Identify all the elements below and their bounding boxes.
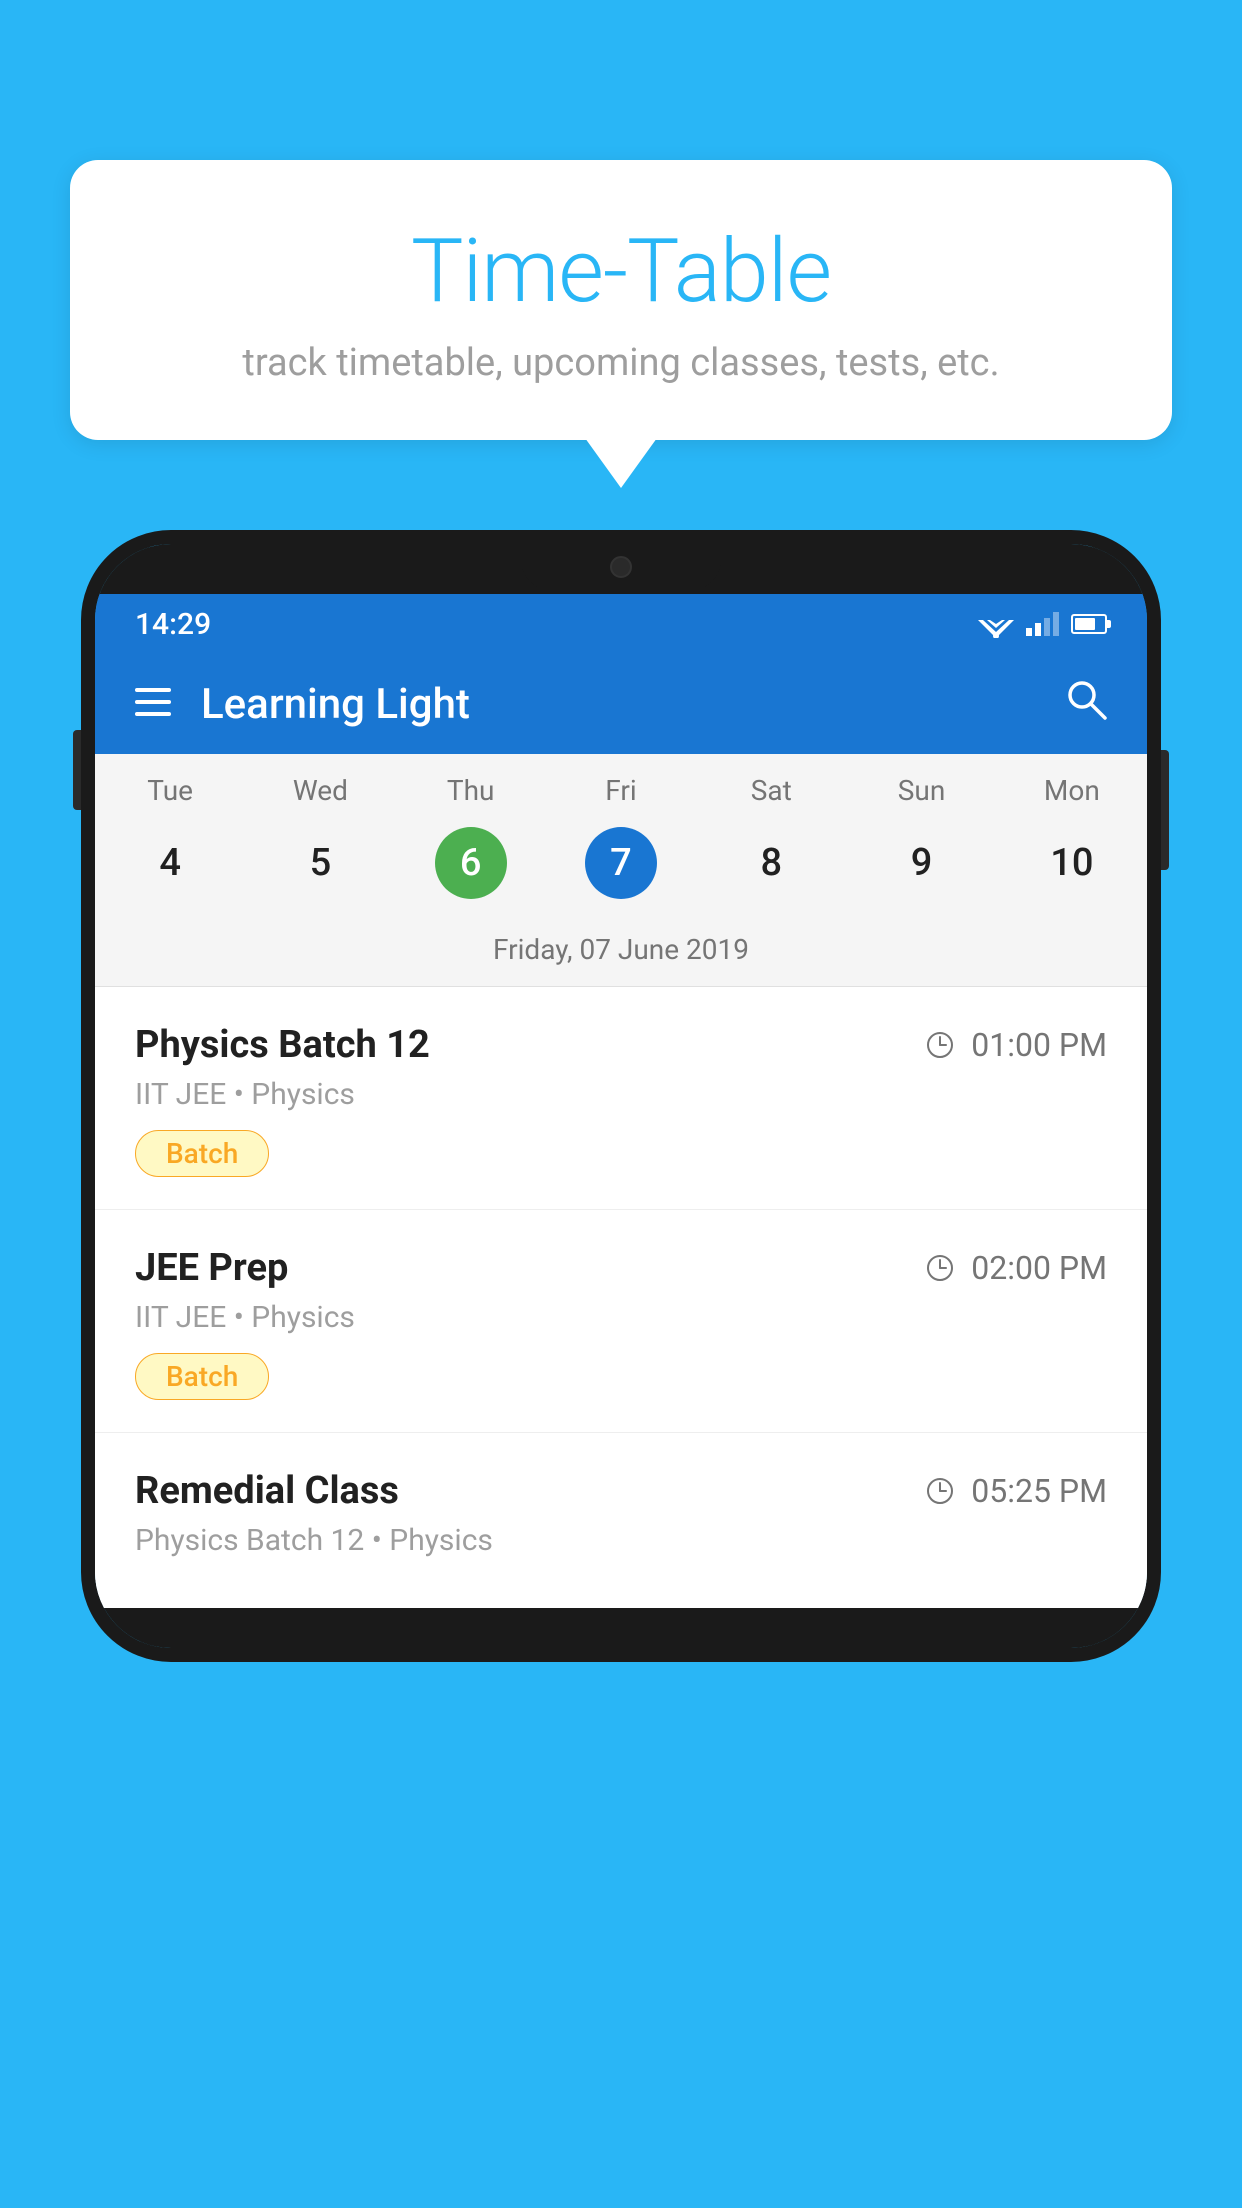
schedule-item-2-badge: Batch (135, 1353, 269, 1400)
status-time: 14:29 (135, 607, 211, 642)
date-4[interactable]: 4 (95, 827, 245, 899)
day-header-fri: Fri (546, 774, 696, 807)
date-7-selected[interactable]: 7 (585, 827, 657, 899)
date-8[interactable]: 8 (696, 827, 846, 899)
date-5[interactable]: 5 (245, 827, 395, 899)
bubble-title: Time-Table (150, 220, 1092, 323)
camera (610, 556, 632, 578)
schedule-item-2-title: JEE Prep (135, 1246, 288, 1290)
day-header-wed: Wed (245, 774, 395, 807)
phone-screen: 14:29 (95, 594, 1147, 1608)
date-9[interactable]: 9 (846, 827, 996, 899)
date-10[interactable]: 10 (997, 827, 1147, 899)
calendar-section: Tue Wed Thu Fri Sat Sun Mon 4 5 6 7 8 (95, 754, 1147, 987)
schedule-item-3-title: Remedial Class (135, 1469, 399, 1513)
day-header-sun: Sun (846, 774, 996, 807)
status-icons (978, 610, 1107, 638)
schedule-item-1-time: 01:00 PM (925, 1026, 1107, 1064)
day-headers: Tue Wed Thu Fri Sat Sun Mon (95, 754, 1147, 817)
speech-bubble: Time-Table track timetable, upcoming cla… (70, 160, 1172, 440)
app-title: Learning Light (201, 680, 1065, 729)
battery-icon (1071, 614, 1107, 634)
wifi-icon (978, 610, 1014, 638)
date-6-today[interactable]: 6 (435, 827, 507, 899)
schedule-item-1-subtitle: IIT JEE • Physics (135, 1077, 1107, 1112)
volume-button (73, 730, 81, 810)
notch (521, 544, 721, 590)
phone-wrapper: 14:29 (81, 530, 1161, 1662)
schedule-item-2-time: 02:00 PM (925, 1249, 1107, 1287)
search-icon[interactable] (1065, 678, 1107, 731)
schedule-item-2-header: JEE Prep 02:00 PM (135, 1246, 1107, 1290)
schedule-item-1-title: Physics Batch 12 (135, 1023, 430, 1067)
signal-icon (1026, 612, 1059, 636)
day-dates: 4 5 6 7 8 9 10 (95, 817, 1147, 919)
phone-bottom-bar (95, 1608, 1147, 1648)
schedule-item-2[interactable]: JEE Prep 02:00 PM IIT JEE • Physics (95, 1210, 1147, 1433)
schedule-item-3-header: Remedial Class 05:25 PM (135, 1469, 1107, 1513)
speech-bubble-container: Time-Table track timetable, upcoming cla… (70, 160, 1172, 440)
schedule-item-3[interactable]: Remedial Class 05:25 PM Physics Batch (95, 1433, 1147, 1608)
day-header-sat: Sat (696, 774, 846, 807)
app-bar: Learning Light (95, 654, 1147, 754)
schedule-item-3-subtitle: Physics Batch 12 • Physics (135, 1523, 1107, 1558)
power-button (1161, 750, 1169, 870)
selected-date-label: Friday, 07 June 2019 (95, 919, 1147, 987)
phone-notch-area (95, 544, 1147, 594)
status-bar: 14:29 (95, 594, 1147, 654)
schedule-item-2-subtitle: IIT JEE • Physics (135, 1300, 1107, 1335)
day-header-tue: Tue (95, 774, 245, 807)
schedule-item-1-header: Physics Batch 12 01:00 PM (135, 1023, 1107, 1067)
day-header-mon: Mon (997, 774, 1147, 807)
schedule-item-3-time: 05:25 PM (925, 1472, 1107, 1510)
hamburger-icon[interactable] (135, 683, 171, 725)
phone-frame: 14:29 (81, 530, 1161, 1662)
schedule-item-1[interactable]: Physics Batch 12 01:00 PM IIT JEE • Ph (95, 987, 1147, 1210)
schedule-list: Physics Batch 12 01:00 PM IIT JEE • Ph (95, 987, 1147, 1608)
schedule-item-1-badge: Batch (135, 1130, 269, 1177)
bubble-subtitle: track timetable, upcoming classes, tests… (150, 341, 1092, 385)
day-header-thu: Thu (396, 774, 546, 807)
